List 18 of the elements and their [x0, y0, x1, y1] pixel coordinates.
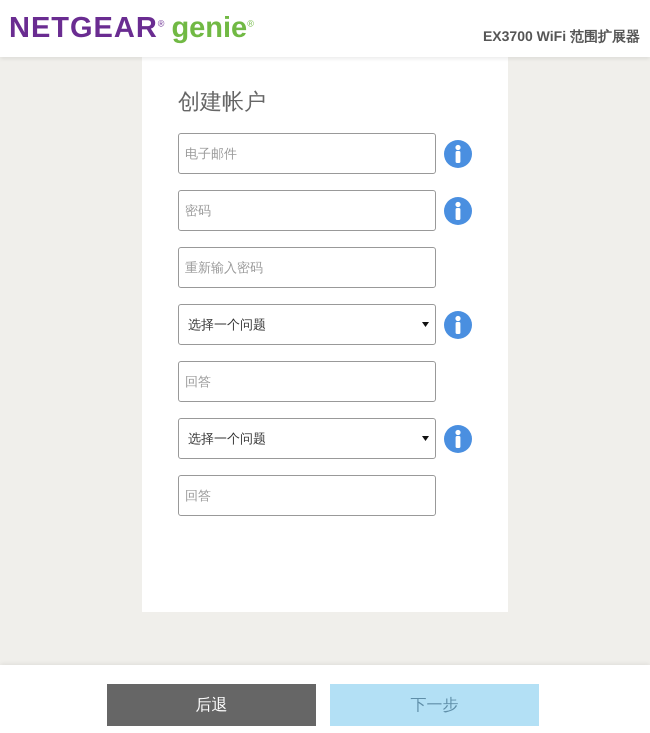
device-title: EX3700 WiFi 范围扩展器: [482, 28, 640, 46]
info-icon[interactable]: [443, 196, 473, 226]
text-field[interactable]: 密码: [178, 190, 436, 231]
caret-icon: [422, 436, 429, 441]
back-button[interactable]: 后退: [107, 684, 316, 726]
text-field[interactable]: 重新输入密码: [178, 247, 436, 288]
question-dropdown[interactable]: 选择一个问题: [178, 304, 436, 345]
text-field[interactable]: 回答: [178, 361, 436, 402]
info-icon[interactable]: [443, 424, 473, 454]
brand-logo: NETGEAR$^{®}$: [9, 12, 166, 45]
form-title: 创建帐户: [178, 89, 267, 117]
info-icon[interactable]: [443, 310, 473, 340]
text-field[interactable]: 回答: [178, 475, 436, 516]
product-logo: genie$^{®}$: [171, 12, 254, 45]
question-dropdown[interactable]: 选择一个问题: [178, 418, 436, 459]
info-icon[interactable]: [443, 138, 473, 168]
text-field[interactable]: 电子邮件: [178, 133, 436, 174]
caret-icon: [422, 322, 429, 327]
